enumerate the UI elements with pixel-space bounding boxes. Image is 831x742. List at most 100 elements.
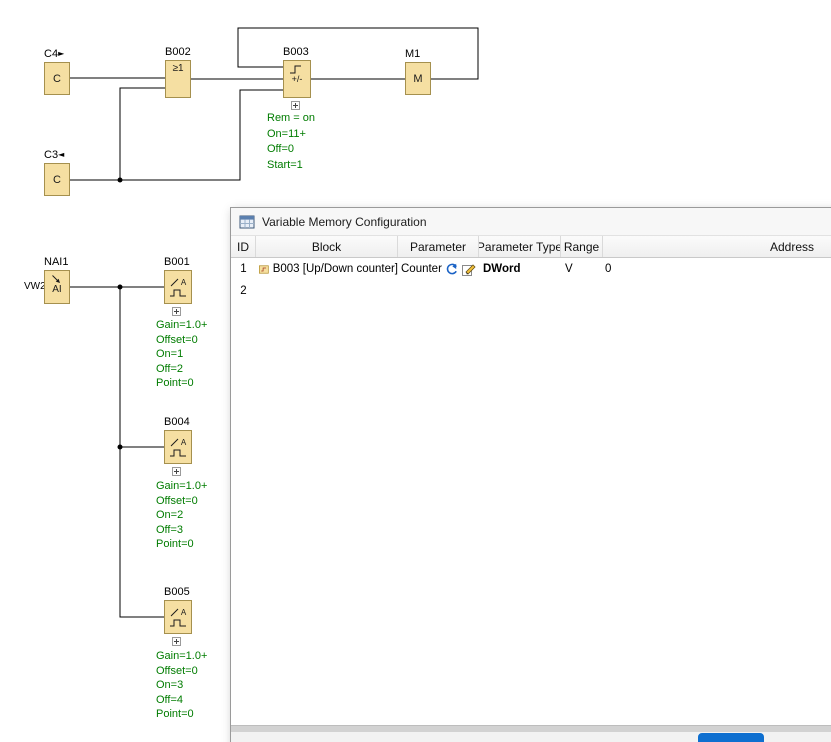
block-b003-parameters: Rem = on On=11+ Off=0 Start=1 bbox=[267, 111, 315, 173]
cell-id: 2 bbox=[231, 280, 256, 302]
logo-soft-editor-canvas: C4► C B002 ≥1 B003 +/- Rem = on On=11+ O… bbox=[0, 0, 831, 742]
variable-memory-config-window: Variable Memory Configuration ID Block P… bbox=[230, 207, 831, 742]
block-label-b001: B001 bbox=[164, 256, 190, 268]
param-line: Point=0 bbox=[156, 707, 207, 722]
input-arrow-icon bbox=[51, 275, 63, 284]
dialog-title: Variable Memory Configuration bbox=[262, 215, 427, 229]
param-line: Off=3 bbox=[156, 523, 207, 538]
block-b005-analog-threshold[interactable]: A bbox=[164, 600, 192, 634]
block-c3[interactable]: C bbox=[44, 163, 70, 196]
block-label-c3: C3◄ bbox=[44, 149, 64, 161]
block-b001-analog-threshold[interactable]: A bbox=[164, 270, 192, 304]
block-label-b005: B005 bbox=[164, 586, 190, 598]
cell-id: 1 bbox=[231, 258, 256, 280]
table-body: 1 B003 [Up/Down counter] Counter bbox=[231, 258, 831, 725]
block-m1-flag[interactable]: M bbox=[405, 62, 431, 95]
cell-range bbox=[561, 280, 603, 302]
ramp-icon bbox=[170, 278, 180, 287]
parameter-name: Counter bbox=[401, 263, 442, 275]
block-b001-parameters: Gain=1.0+ Offset=0 On=1 Off=2 Point=0 bbox=[156, 318, 207, 391]
param-line: Gain=1.0+ bbox=[156, 479, 207, 494]
block-b004-parameters: Gain=1.0+ Offset=0 On=2 Off=3 Point=0 bbox=[156, 479, 207, 552]
analog-ramp-symbol: A bbox=[170, 608, 186, 617]
block-label-b004: B004 bbox=[164, 416, 190, 428]
pulse-icon bbox=[169, 619, 187, 627]
param-line: On=1 bbox=[156, 347, 207, 362]
column-header-range[interactable]: Range bbox=[561, 236, 603, 257]
param-line: On=3 bbox=[156, 678, 207, 693]
block-name: C3 bbox=[44, 149, 58, 161]
cell-parameter-type bbox=[479, 280, 561, 302]
column-header-id[interactable]: ID bbox=[231, 236, 256, 257]
expand-parameters-button[interactable] bbox=[172, 467, 181, 476]
block-label-b002: B002 bbox=[165, 46, 191, 58]
cell-address bbox=[603, 280, 831, 302]
dialog-titlebar[interactable]: Variable Memory Configuration bbox=[231, 208, 831, 236]
edit-pencil-icon[interactable] bbox=[462, 263, 476, 276]
dialog-footer bbox=[231, 732, 831, 742]
pulse-icon bbox=[169, 449, 187, 457]
param-line: Off=2 bbox=[156, 362, 207, 377]
ok-button[interactable] bbox=[698, 733, 764, 742]
param-line: Point=0 bbox=[156, 537, 207, 552]
block-reference-text: B003 [Up/Down counter] bbox=[273, 263, 398, 275]
cursor-right-icon: ► bbox=[58, 49, 64, 58]
updown-counter-symbol: +/- bbox=[292, 75, 303, 84]
analog-input-symbol: AI bbox=[52, 285, 61, 295]
block-b004-analog-threshold[interactable]: A bbox=[164, 430, 192, 464]
column-header-address[interactable]: Address bbox=[603, 236, 831, 257]
table-row[interactable]: 1 B003 [Up/Down counter] Counter bbox=[231, 258, 831, 280]
block-b003-updown-counter[interactable]: +/- bbox=[283, 60, 311, 98]
ramp-icon bbox=[170, 608, 180, 617]
table-header: ID Block Parameter Parameter Type Range … bbox=[231, 236, 831, 258]
pulse-edge-icon bbox=[289, 65, 305, 74]
block-b005-parameters: Gain=1.0+ Offset=0 On=3 Off=4 Point=0 bbox=[156, 649, 207, 722]
cell-range: V bbox=[561, 258, 603, 280]
column-header-parameter-type[interactable]: Parameter Type bbox=[479, 236, 561, 257]
column-header-parameter[interactable]: Parameter bbox=[398, 236, 479, 257]
column-header-block[interactable]: Block bbox=[256, 236, 398, 257]
expand-parameters-button[interactable] bbox=[172, 307, 181, 316]
expand-parameters-button[interactable] bbox=[291, 101, 300, 110]
block-c4[interactable]: C bbox=[44, 62, 70, 95]
cell-block bbox=[256, 280, 398, 302]
cell-address[interactable]: 0 bbox=[603, 258, 831, 280]
param-line: On=2 bbox=[156, 508, 207, 523]
block-b002-or[interactable]: ≥1 bbox=[165, 60, 191, 98]
flag-symbol: M bbox=[413, 73, 422, 85]
pulse-icon bbox=[169, 289, 187, 297]
table-row[interactable]: 2 bbox=[231, 280, 831, 302]
cell-block: B003 [Up/Down counter] bbox=[256, 258, 398, 280]
memory-config-icon bbox=[239, 214, 255, 230]
analog-letter: A bbox=[181, 609, 186, 617]
cursor-key-symbol: C bbox=[53, 73, 61, 85]
table-bottom-edge bbox=[231, 725, 831, 732]
block-label-b003: B003 bbox=[283, 46, 309, 58]
refresh-icon[interactable] bbox=[445, 262, 459, 276]
param-line: Gain=1.0+ bbox=[156, 318, 207, 333]
param-line: Gain=1.0+ bbox=[156, 649, 207, 664]
block-nai1-analog-input[interactable]: AI bbox=[44, 270, 70, 304]
or-gate-symbol: ≥1 bbox=[172, 63, 183, 74]
cursor-left-icon: ◄ bbox=[58, 150, 64, 159]
expand-parameters-button[interactable] bbox=[172, 637, 181, 646]
pin-label-vw2: VW2 bbox=[24, 281, 46, 292]
param-line: Offset=0 bbox=[156, 664, 207, 679]
param-line: Off=0 bbox=[267, 142, 315, 158]
block-name: C4 bbox=[44, 48, 58, 60]
param-line: Rem = on bbox=[267, 111, 315, 127]
analog-ramp-symbol: A bbox=[170, 438, 186, 447]
param-line: Off=4 bbox=[156, 693, 207, 708]
param-line: Offset=0 bbox=[156, 494, 207, 509]
param-line: Point=0 bbox=[156, 376, 207, 391]
cell-parameter: Counter bbox=[398, 258, 479, 280]
cell-parameter-type: DWord bbox=[479, 258, 561, 280]
param-line: On=11+ bbox=[267, 127, 315, 143]
param-line: Start=1 bbox=[267, 158, 315, 174]
ramp-icon bbox=[170, 438, 180, 447]
analog-letter: A bbox=[181, 279, 186, 287]
cell-parameter bbox=[398, 280, 479, 302]
param-line: Offset=0 bbox=[156, 333, 207, 348]
block-label-nai1: NAI1 bbox=[44, 256, 68, 268]
block-label-c4: C4► bbox=[44, 48, 64, 60]
